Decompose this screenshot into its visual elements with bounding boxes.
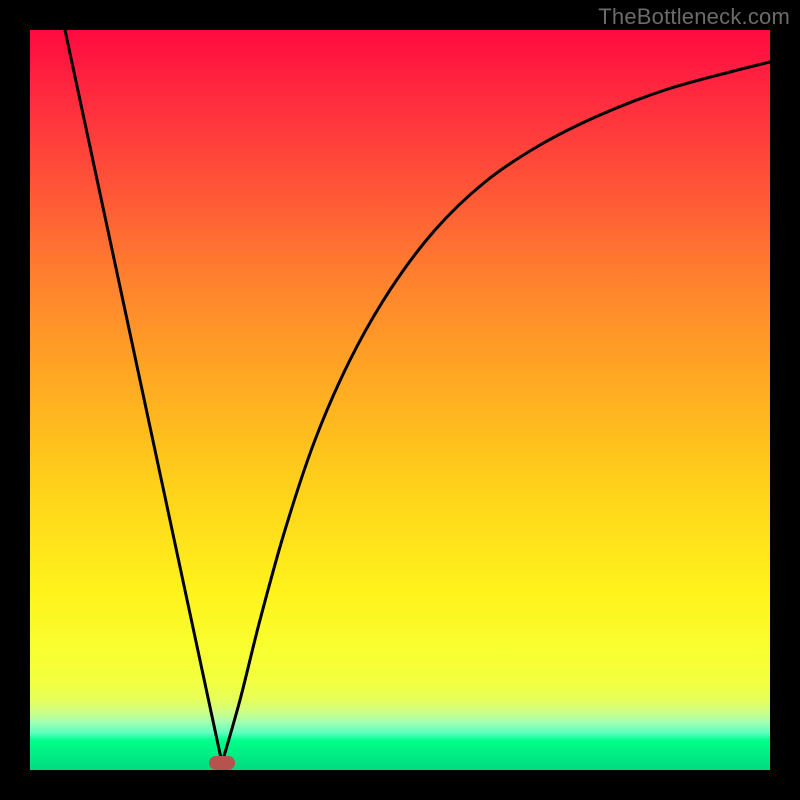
chart-frame: TheBottleneck.com — [0, 0, 800, 800]
watermark-text: TheBottleneck.com — [598, 4, 790, 30]
plot-area — [30, 30, 770, 770]
bottleneck-curve — [30, 30, 770, 770]
curve-path — [65, 30, 770, 763]
vertex-marker — [209, 756, 235, 770]
